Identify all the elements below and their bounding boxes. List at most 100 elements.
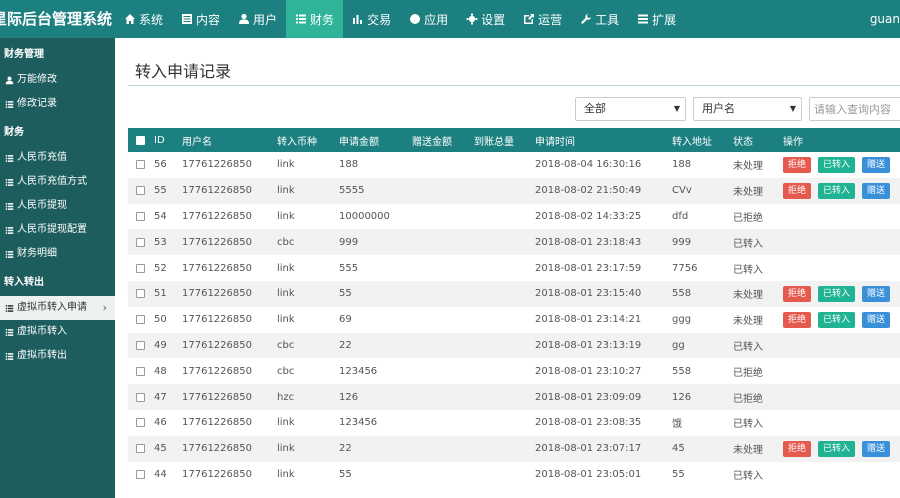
nav-item-label: 工具 [595, 12, 620, 27]
transferred-button[interactable]: 已转入 [818, 285, 855, 302]
transferred-button[interactable]: 已转入 [818, 156, 855, 173]
gift-button[interactable]: 赠送 [862, 440, 890, 457]
nav-item-list-box[interactable]: 内容 [172, 0, 229, 38]
row-checkbox[interactable] [136, 237, 145, 247]
gear-icon [466, 13, 478, 25]
nav-item-list[interactable]: 财务 [286, 0, 344, 38]
sidebar-item[interactable]: 人民币充值 [0, 146, 115, 170]
row-checkbox[interactable] [136, 263, 145, 273]
column-header: 申请时间 [535, 136, 575, 148]
cell-amount: 123456 [339, 417, 378, 429]
title-divider [128, 85, 900, 86]
transferred-button[interactable]: 已转入 [818, 182, 855, 199]
table-row: 49 17761226850 cbc 22 2018-08-01 23:13:19 gg 已… [128, 332, 900, 359]
cell-id: 54 [154, 210, 167, 222]
cell-coin: cbc [277, 339, 295, 351]
reject-button[interactable]: 拒绝 [783, 440, 811, 457]
gift-button[interactable]: 赠送 [862, 311, 890, 328]
username[interactable]: guan [870, 0, 900, 38]
cell-address: 558 [672, 365, 692, 377]
sidebar-item[interactable]: 虚拟币转出 [0, 344, 115, 368]
sidebar-item[interactable]: 虚拟币转入 [0, 320, 115, 344]
cell-time: 2018-08-02 14:33:25 [535, 210, 642, 222]
sidebar-item[interactable]: 人民币提现 [0, 194, 115, 218]
row-checkbox[interactable] [136, 469, 145, 479]
cell-id: 51 [154, 288, 167, 300]
table-header: ID 用户名 转入币种 申请金额 赠送金额 到账总量 申请时间 转入地址 状态 操作 [128, 128, 900, 152]
transferred-button[interactable]: 已转入 [818, 440, 855, 457]
cell-time: 2018-08-01 23:09:09 [535, 391, 642, 403]
list-icon [5, 250, 14, 258]
sidebar-item-label: 虚拟币转出 [17, 350, 67, 361]
chevron-down-icon: ▼ [673, 104, 680, 113]
sidebar-item[interactable]: 修改记录 [0, 92, 115, 116]
cell-user: 17761226850 [182, 314, 252, 326]
row-checkbox[interactable] [136, 289, 145, 299]
table-body: 56 17761226850 link 188 2018-08-04 16:30:16 1… [128, 152, 900, 487]
cell-status: 已转入 [733, 341, 763, 353]
cell-address: 126 [672, 391, 692, 403]
row-checkbox[interactable] [136, 392, 145, 402]
cell-address: 45 [672, 443, 685, 455]
row-checkbox[interactable] [136, 315, 145, 325]
reject-button[interactable]: 拒绝 [783, 285, 811, 302]
sidebar-item[interactable]: 人民币充值方式 [0, 170, 115, 194]
nav-item-home[interactable]: 系统 [115, 0, 172, 38]
gift-button[interactable]: 赠送 [862, 285, 890, 302]
row-checkbox[interactable] [136, 418, 145, 428]
cell-address: 188 [672, 159, 692, 171]
cell-coin: link [277, 443, 295, 455]
sidebar-item-label: 虚拟币转入申请 [17, 302, 87, 313]
cell-status: 已拒绝 [733, 212, 763, 224]
nav-item-layers[interactable]: 扩展 [628, 0, 685, 38]
cell-time: 2018-08-01 23:15:40 [535, 288, 642, 300]
nav-item-globe[interactable]: 应用 [400, 0, 457, 38]
cell-user: 17761226850 [182, 236, 252, 248]
row-checkbox[interactable] [136, 211, 145, 221]
row-checkbox[interactable] [136, 160, 145, 170]
sidebar-item[interactable]: 财务明细 [0, 242, 115, 266]
row-checkbox[interactable] [136, 366, 145, 376]
sidebar-item[interactable]: 万能修改 [0, 68, 115, 92]
cell-status: 未处理 [733, 161, 763, 173]
gift-button[interactable]: 赠送 [862, 156, 890, 173]
row-checkbox[interactable] [136, 340, 145, 350]
nav-item-user[interactable]: 用户 [229, 0, 286, 38]
nav-item-label: 用户 [253, 12, 278, 27]
sidebar-item[interactable]: 虚拟币转入申请 › [0, 296, 115, 320]
cell-status: 已转入 [733, 419, 763, 431]
gift-button[interactable]: 赠送 [862, 182, 890, 199]
reject-button[interactable]: 拒绝 [783, 311, 811, 328]
nav-item-label: 交易 [367, 12, 392, 27]
globe-icon [410, 14, 421, 24]
transferred-button[interactable]: 已转入 [818, 311, 855, 328]
reject-button[interactable]: 拒绝 [783, 156, 811, 173]
main-nav: 系统 内容 用户 财务 交易 应用 设置 运营 工具 扩展 [115, 0, 685, 38]
nav-item-wrench[interactable]: 工具 [571, 0, 628, 38]
cell-status: 已拒绝 [733, 367, 763, 379]
nav-item-bar-chart[interactable]: 交易 [343, 0, 400, 38]
table-row: 52 17761226850 link 555 2018-08-01 23:17:59 7… [128, 255, 900, 281]
search-input[interactable] [809, 97, 900, 121]
sidebar-group-title: 转入转出 [4, 277, 44, 288]
cell-time: 2018-08-01 23:08:35 [535, 417, 642, 429]
field-select[interactable]: 用户名 ▼ [693, 97, 802, 121]
list-icon [5, 154, 14, 162]
cell-coin: link [277, 185, 295, 197]
list-box-icon [182, 14, 193, 24]
reject-button[interactable]: 拒绝 [783, 182, 811, 199]
list-icon [5, 226, 14, 234]
row-checkbox[interactable] [136, 186, 145, 196]
status-select[interactable]: 全部 ▼ [575, 97, 686, 121]
field-select-value: 用户名 [702, 102, 735, 115]
sidebar-item[interactable]: 人民币提现配置 [0, 218, 115, 242]
row-checkbox[interactable] [136, 444, 145, 454]
cell-time: 2018-08-01 23:13:19 [535, 339, 642, 351]
cell-address: 558 [672, 288, 692, 300]
column-header: 用户名 [182, 136, 212, 148]
cell-address: 55 [672, 468, 685, 480]
cell-user: 17761226850 [182, 262, 252, 274]
nav-item-external[interactable]: 运营 [514, 0, 571, 38]
select-all-checkbox[interactable] [136, 135, 145, 145]
nav-item-gear[interactable]: 设置 [457, 0, 514, 38]
